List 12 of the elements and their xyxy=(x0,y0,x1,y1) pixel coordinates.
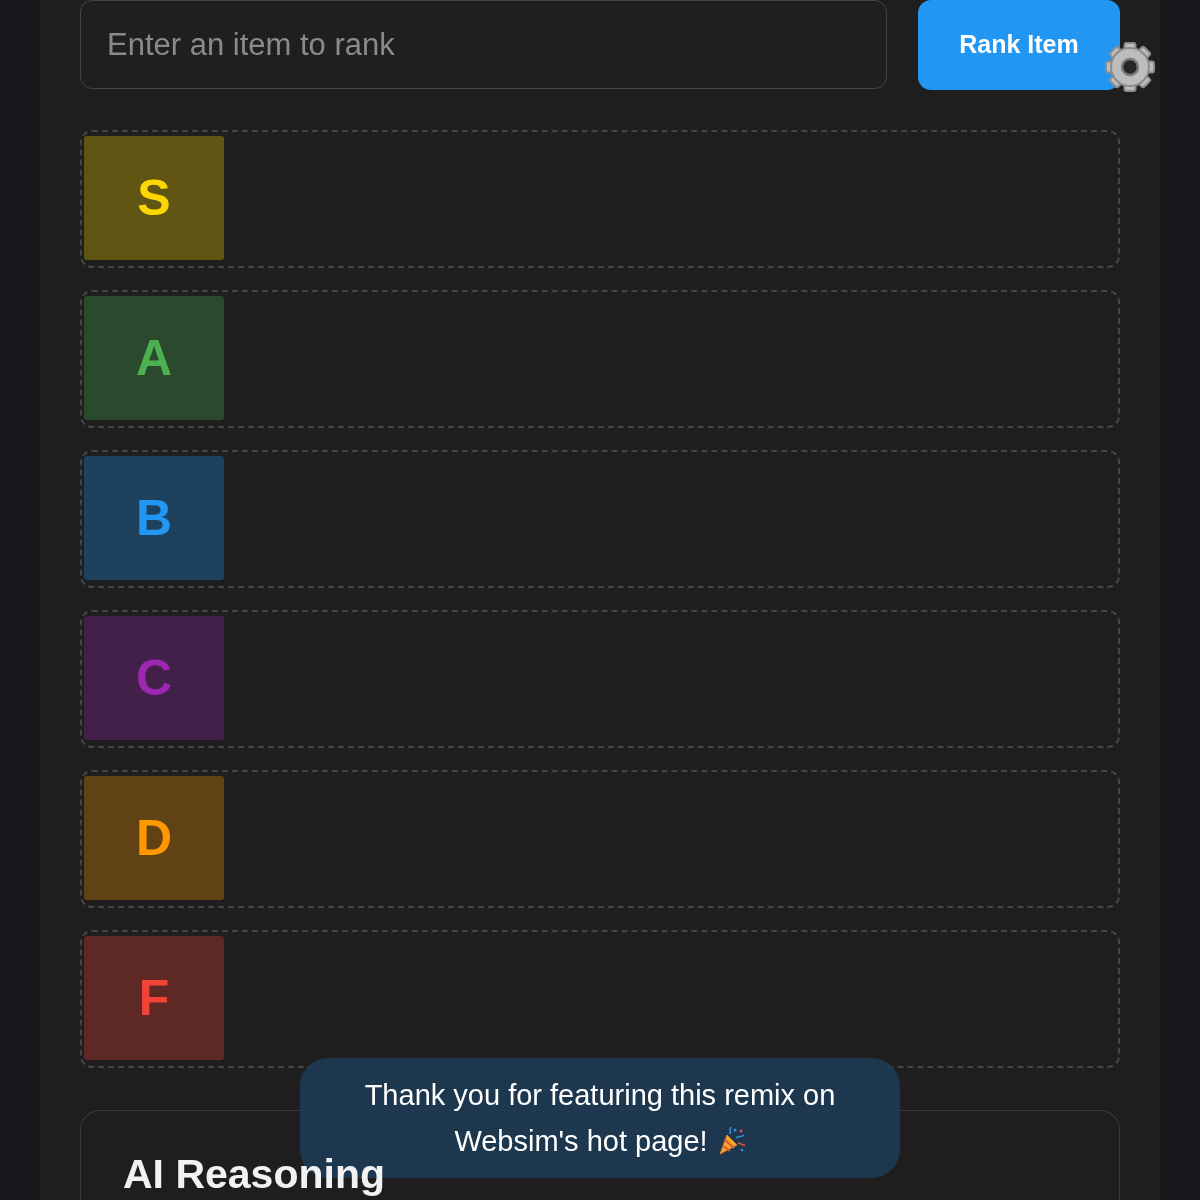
toast-message: Thank you for featuring this remix on xyxy=(364,1078,836,1113)
rank-item-button[interactable]: Rank Item xyxy=(918,0,1120,90)
settings-icon[interactable] xyxy=(1104,41,1156,93)
tier-letter: C xyxy=(135,659,173,697)
panel-title: AI Reasoning xyxy=(123,1151,385,1198)
tier-letter: B xyxy=(135,499,173,537)
input-field[interactable]: Enter an item to rank xyxy=(80,0,887,89)
tier-letter: S xyxy=(137,179,171,217)
tier-letter: D xyxy=(135,819,173,857)
tier-letter: A xyxy=(135,339,173,377)
toast-message: Websim's hot page! xyxy=(454,1124,708,1159)
tier-letter: F xyxy=(138,979,170,1017)
